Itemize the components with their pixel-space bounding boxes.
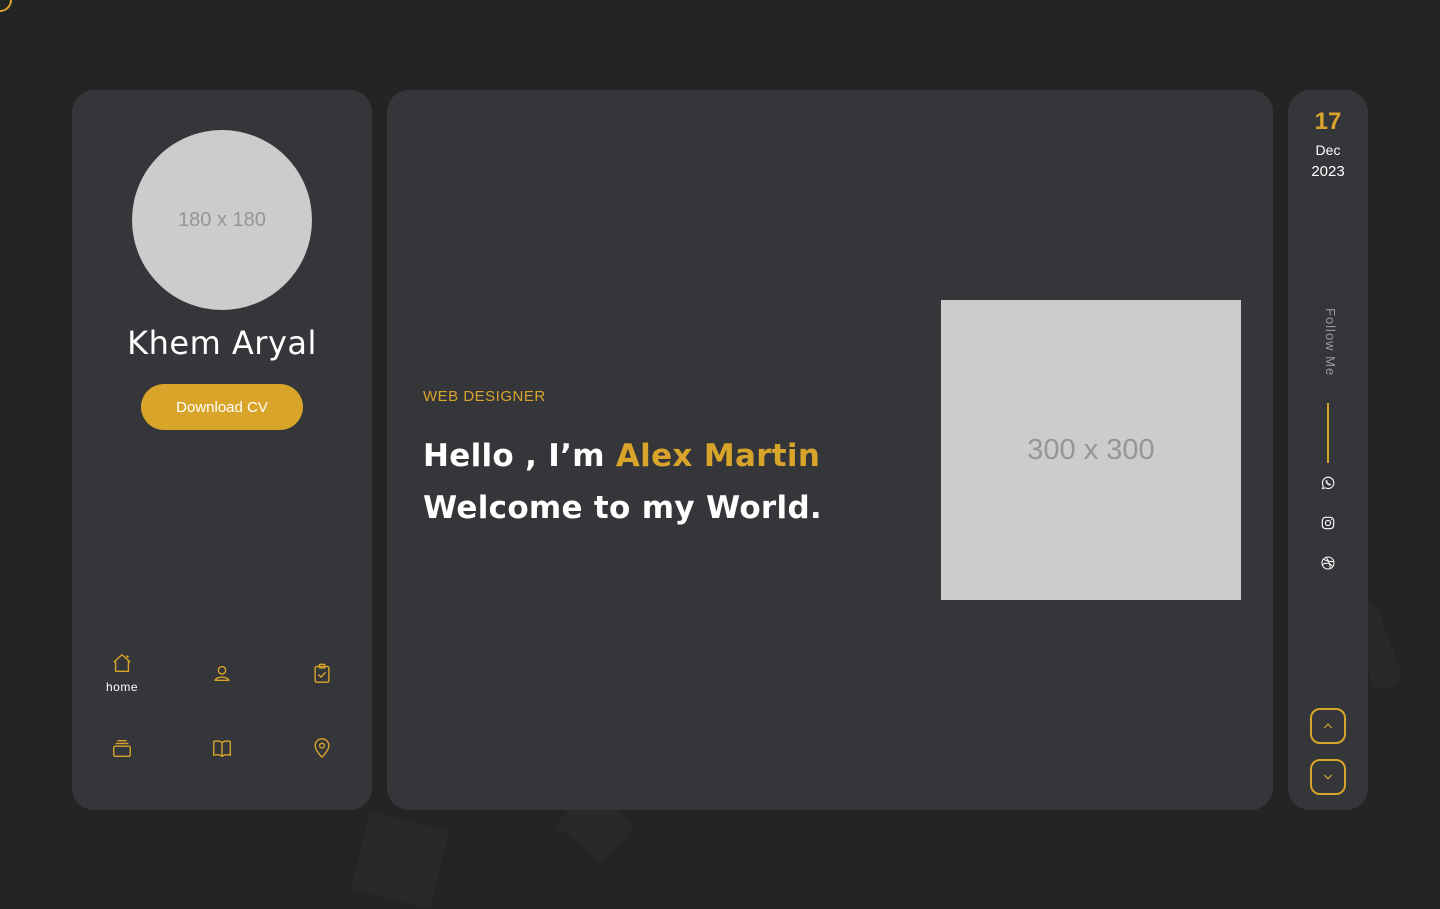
whatsapp-link[interactable] <box>1318 473 1338 493</box>
background-shape <box>351 811 449 909</box>
social-panel: 17 Dec 2023 Follow Me <box>1288 90 1368 810</box>
hero-headline: Hello , I’m Alex Martin Welcome to my Wo… <box>423 430 822 534</box>
follow-divider <box>1327 403 1329 463</box>
hero-panel: WEB DESIGNER Hello , I’m Alex Martin Wel… <box>387 90 1273 810</box>
nav-item-blog[interactable] <box>172 718 272 778</box>
role-label: WEB DESIGNER <box>423 388 546 405</box>
follow-me-label: Follow Me <box>1323 308 1338 377</box>
background-ring-decoration <box>0 0 12 12</box>
hero-image: 300 x 300 <box>941 300 1241 600</box>
scroll-up-button[interactable] <box>1310 708 1346 744</box>
nav-item-resume[interactable] <box>272 643 372 703</box>
headline-line-1: Hello , I’m Alex Martin <box>423 430 822 482</box>
download-cv-button[interactable]: Download CV <box>141 384 303 430</box>
user-icon <box>214 665 230 682</box>
profile-panel: 180 x 180 Khem Aryal Download CV home <box>72 90 372 810</box>
scroll-down-button[interactable] <box>1310 759 1346 795</box>
home-icon <box>113 654 131 672</box>
map-pin-icon <box>314 738 330 758</box>
instagram-icon <box>1321 516 1335 530</box>
tagline: Welcome to my World. <box>423 490 823 526</box>
clipboard-check-icon <box>314 663 330 683</box>
nav-item-portfolio[interactable] <box>72 718 172 778</box>
chevron-down-icon <box>1323 774 1333 780</box>
date-year: 2023 <box>1311 163 1345 180</box>
nav-item-contact[interactable] <box>272 718 372 778</box>
nav-item-home[interactable]: home <box>72 643 172 703</box>
instagram-link[interactable] <box>1318 513 1338 533</box>
avatar: 180 x 180 <box>132 130 312 310</box>
profile-name: Khem Aryal <box>127 324 317 362</box>
hero-image-placeholder-text: 300 x 300 <box>1027 433 1155 466</box>
date-day: 17 <box>1314 108 1342 135</box>
hero-name: Alex Martin <box>615 438 821 474</box>
greeting-text: Hello , I’m <box>423 438 616 474</box>
date-month: Dec <box>1315 142 1341 158</box>
stack-icon <box>113 739 131 757</box>
nav-item-about[interactable] <box>172 643 272 703</box>
book-icon <box>213 740 231 757</box>
whatsapp-icon <box>1321 476 1335 490</box>
dribbble-icon <box>1321 556 1335 570</box>
dribbble-link[interactable] <box>1318 553 1338 573</box>
nav-label-home: home <box>105 680 139 694</box>
avatar-placeholder-text: 180 x 180 <box>178 208 266 231</box>
chevron-up-icon <box>1323 723 1333 729</box>
